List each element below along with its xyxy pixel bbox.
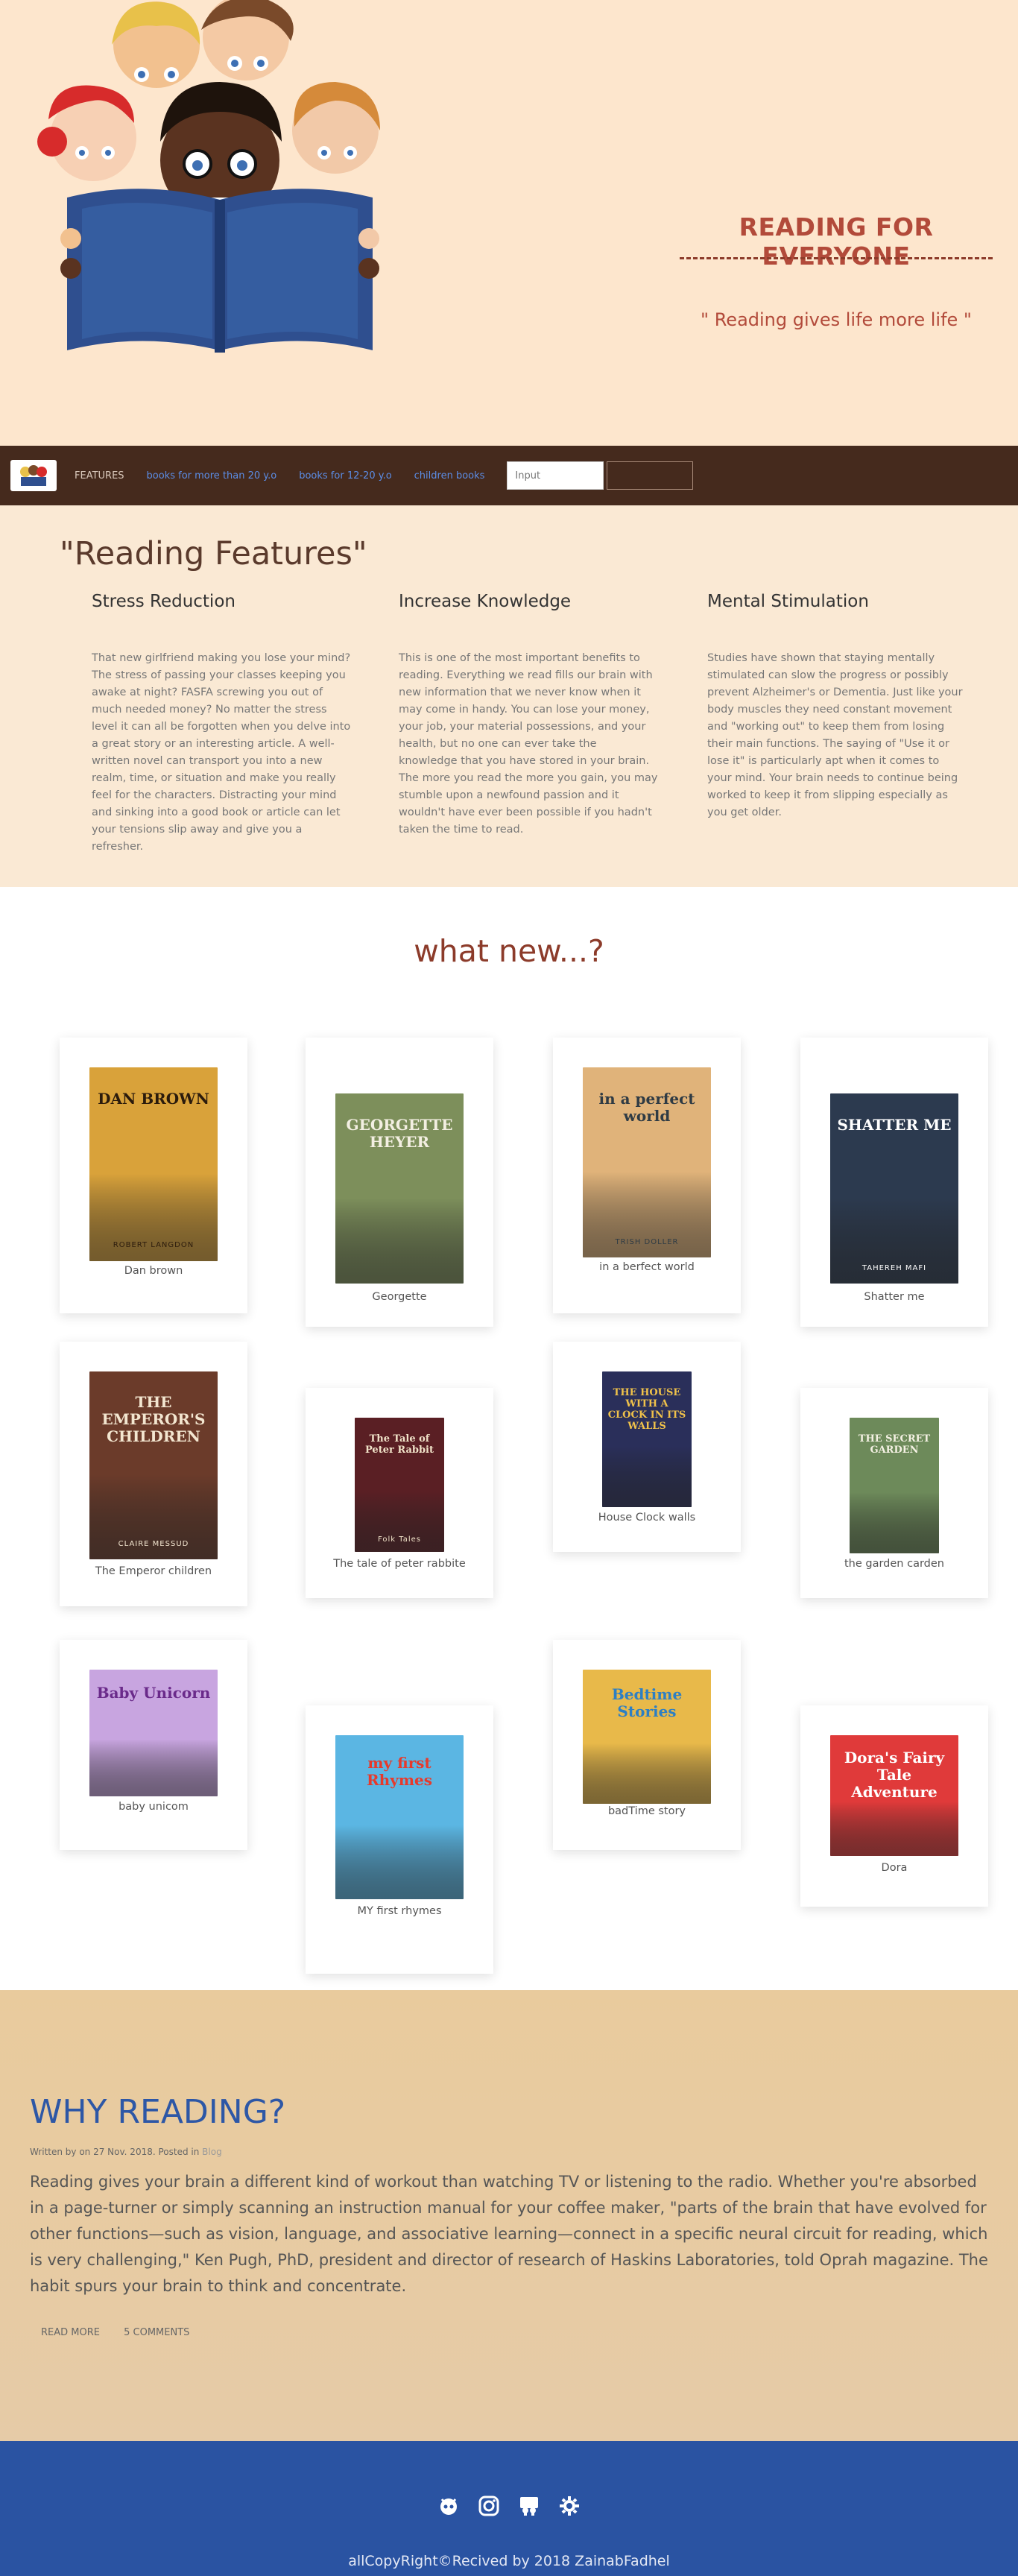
what-new-section: what new...? DAN BROWN ROBERT LANGDON Dan … <box>0 887 1018 1990</box>
book-cover-title: in a perfect world <box>598 1090 695 1125</box>
post-category-link[interactable]: Blog <box>202 2147 222 2157</box>
book-title: House Clock walls <box>598 1512 696 1524</box>
post-links: READ MORE 5 COMMENTS <box>41 2327 210 2338</box>
book-cover-subtitle: ROBERT LANGDON <box>113 1241 195 1249</box>
book-cover-image[interactable]: in a perfect world TRISH DOLLER <box>583 1067 711 1257</box>
book-cover-image[interactable]: Bedtime Stories <box>583 1670 711 1804</box>
why-reading-title: WHY READING? <box>30 2093 286 2131</box>
book-card[interactable]: THE SECRET GARDEN the garden carden <box>800 1388 988 1598</box>
post-meta: Written by on 27 Nov. 2018. Posted in Bl… <box>30 2147 222 2157</box>
navbar: FEATURES books for more than 20 y.o book… <box>0 446 1018 505</box>
book-title: Shatter me <box>864 1291 925 1303</box>
book-cover-image[interactable]: DAN BROWN ROBERT LANGDON <box>89 1067 218 1261</box>
nav-children-books-link[interactable]: children books <box>414 470 485 482</box>
feature-text: That new girlfriend making you lose your… <box>92 652 351 853</box>
feature-text: Studies have shown that staying mentally… <box>707 652 963 818</box>
book-title: The Emperor children <box>95 1565 212 1577</box>
book-card[interactable]: Baby Unicorn baby unicom <box>60 1640 247 1850</box>
book-title: the garden carden <box>844 1558 944 1570</box>
features-section: "Reading Features" Stress Reduction That… <box>0 505 1018 887</box>
why-reading-body: Reading gives your brain a different kin… <box>30 2173 988 2295</box>
book-card[interactable]: The Tale of Peter Rabbit Folk Tales The ta… <box>306 1388 493 1598</box>
book-title: Dora <box>881 1862 908 1874</box>
feature-mental-stimulation: Mental Stimulation Studies have shown th… <box>707 592 967 821</box>
what-new-title: what new...? <box>414 933 604 969</box>
book-card[interactable]: THE EMPEROR'S CHILDREN CLAIRE MESSUD The E… <box>60 1342 247 1606</box>
book-cover-subtitle: Folk Tales <box>378 1535 421 1544</box>
book-cover-image[interactable]: THE EMPEROR'S CHILDREN CLAIRE MESSUD <box>89 1371 218 1559</box>
book-card[interactable]: THE HOUSE WITH A CLOCK IN ITS WALLS House… <box>553 1342 741 1552</box>
book-cover-title: my first Rhymes <box>367 1754 432 1789</box>
book-cover-subtitle: TRISH DOLLER <box>615 1238 679 1246</box>
book-card[interactable]: DAN BROWN ROBERT LANGDON Dan brown <box>60 1038 247 1313</box>
book-cover-image[interactable]: The Tale of Peter Rabbit Folk Tales <box>355 1418 444 1552</box>
comments-link[interactable]: 5 COMMENTS <box>124 2327 189 2338</box>
book-card[interactable]: in a perfect world TRISH DOLLER in a berfe… <box>553 1038 741 1313</box>
book-cover-title: The Tale of Peter Rabbit <box>365 1433 434 1456</box>
feature-text: This is one of the most important benefi… <box>399 652 658 836</box>
feature-stress-reduction: Stress Reduction That new girlfriend mak… <box>92 592 351 856</box>
features-title: "Reading Features" <box>60 535 367 572</box>
nav-teen-books-link[interactable]: books for 12-20 y.o <box>299 470 391 482</box>
nav-adult-books-link[interactable]: books for more than 20 y.o <box>147 470 277 482</box>
hero-divider <box>680 257 993 259</box>
instagram-icon[interactable] <box>476 2493 502 2519</box>
book-title: baby unicom <box>118 1801 189 1813</box>
search-button[interactable] <box>607 461 694 490</box>
feature-heading: Increase Knowledge <box>399 592 572 611</box>
feature-increase-knowledge: Increase Knowledge This is one of the mo… <box>399 592 658 839</box>
book-cover-title: DAN BROWN <box>98 1090 209 1108</box>
footer: allCopyRight©Recived by 2018 ZainabFadhe… <box>0 2441 1018 2576</box>
book-title: Georgette <box>372 1291 427 1303</box>
logo-kids-icon <box>20 465 47 486</box>
book-cover-image[interactable]: GEORGETTE HEYER <box>335 1093 464 1284</box>
book-title: Dan brown <box>124 1265 183 1277</box>
settings-icon[interactable] <box>557 2493 582 2519</box>
book-cover-image[interactable]: SHATTER ME TAHEREH MAFI <box>830 1093 958 1284</box>
book-cover-title: THE EMPEROR'S CHILDREN <box>101 1393 206 1445</box>
read-more-link[interactable]: READ MORE <box>41 2327 100 2338</box>
feature-heading: Mental Stimulation <box>707 592 869 611</box>
book-cover-subtitle: TAHEREH MAFI <box>861 1264 927 1272</box>
slideshare-icon[interactable] <box>516 2493 542 2519</box>
book-cover-title: Bedtime Stories <box>611 1685 683 1720</box>
hero-quote: " Reading gives life more life " <box>701 309 972 330</box>
book-cover-title: THE HOUSE WITH A CLOCK IN ITS WALLS <box>607 1387 686 1432</box>
book-cover-title: Dora's Fairy Tale Adventure <box>844 1749 945 1801</box>
nav-features-link[interactable]: FEATURES <box>75 470 124 482</box>
footer-copyright: allCopyRight©Recived by 2018 ZainabFadhe… <box>348 2553 670 2569</box>
book-cover-title: GEORGETTE HEYER <box>346 1116 453 1151</box>
book-cover-title: SHATTER ME <box>837 1116 952 1134</box>
github-icon[interactable] <box>436 2493 461 2519</box>
hero-title: READING FOR EVERYONE <box>739 212 934 271</box>
post-meta-text: Written by on 27 Nov. 2018. Posted in <box>30 2147 203 2157</box>
book-title: in a berfect world <box>599 1261 695 1273</box>
book-title: MY first rhymes <box>357 1905 442 1917</box>
book-card[interactable]: SHATTER ME TAHEREH MAFI Shatter me <box>800 1038 988 1327</box>
book-cover-image[interactable]: THE SECRET GARDEN <box>850 1418 939 1553</box>
site-logo[interactable] <box>10 460 57 491</box>
why-reading-section: WHY READING? Written by on 27 Nov. 2018.… <box>0 1990 1018 2441</box>
hero-section: READING FOR EVERYONE " Reading gives lif… <box>0 0 1018 446</box>
book-cover-subtitle: CLAIRE MESSUD <box>118 1540 189 1548</box>
kids-reading-illustration <box>37 0 380 353</box>
search-input[interactable] <box>507 461 604 490</box>
book-card[interactable]: Bedtime Stories badTime story <box>553 1640 741 1850</box>
book-cover-image[interactable]: Dora's Fairy Tale Adventure <box>830 1735 958 1856</box>
book-cover-title: Baby Unicorn <box>96 1684 211 1702</box>
book-cover-title: THE SECRET GARDEN <box>858 1433 931 1456</box>
book-cover-image[interactable]: Baby Unicorn <box>89 1670 218 1796</box>
book-title: badTime story <box>607 1805 686 1817</box>
book-card[interactable]: my first Rhymes MY first rhymes <box>306 1705 493 1974</box>
book-cover-image[interactable]: THE HOUSE WITH A CLOCK IN ITS WALLS <box>602 1371 692 1507</box>
social-icons <box>0 2493 1018 2519</box>
book-card[interactable]: GEORGETTE HEYER Georgette <box>306 1038 493 1327</box>
book-title: The tale of peter rabbite <box>333 1558 466 1570</box>
feature-heading: Stress Reduction <box>92 592 235 611</box>
book-cover-image[interactable]: my first Rhymes <box>335 1735 464 1899</box>
book-card[interactable]: Dora's Fairy Tale Adventure Dora <box>800 1705 988 1907</box>
